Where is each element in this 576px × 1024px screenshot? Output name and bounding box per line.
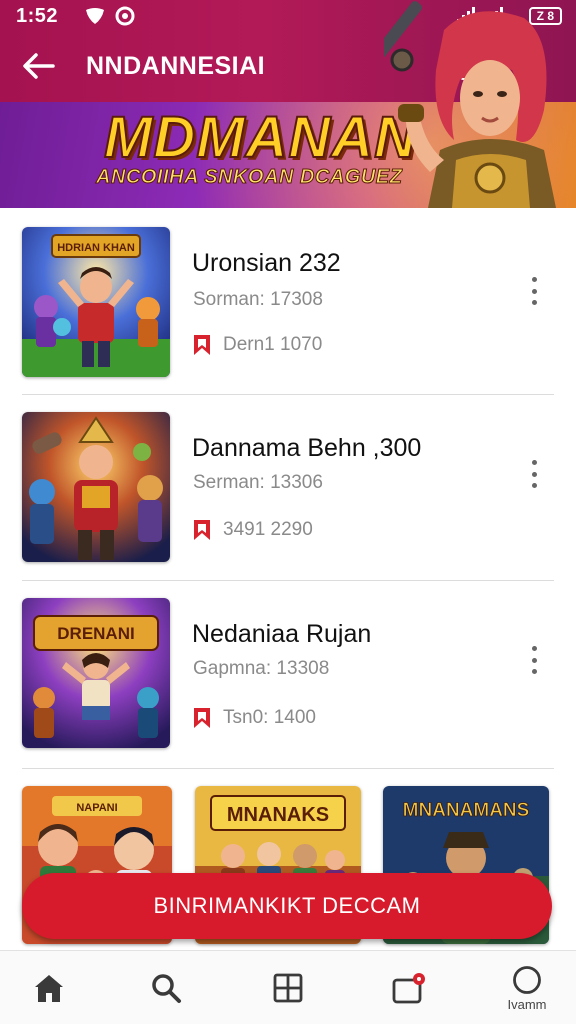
banner-headline: MDMANAN [103, 104, 418, 171]
primary-action-button[interactable]: BINRIMANKIKT DECCAM [22, 873, 552, 939]
item-tag: Dern1 1070 [193, 333, 322, 357]
nav-search[interactable] [121, 951, 211, 1024]
status-time: 1:52 [16, 5, 59, 27]
home-icon [35, 975, 63, 1002]
card-caption: MNANAMANS [403, 800, 530, 821]
divider [22, 768, 554, 769]
screen: 1:52 Z 8 NNDANNESIAI MDMANAN ANCOIIHA SN… [0, 0, 576, 1024]
cta-label: BINRIMANKIKT DECCAM [153, 893, 421, 918]
item-more-button[interactable] [522, 458, 546, 490]
list-item[interactable]: DRENANI Nedaniaa Rujan Gapmna: 13308 Tsn… [0, 598, 576, 784]
thumbnail-caption: HDRIAN KHAN [57, 242, 135, 254]
nav-home[interactable] [4, 951, 94, 1024]
item-meta: Gapmna: 13308 [193, 658, 330, 679]
item-meta: Serman: 13306 [193, 472, 323, 493]
nav-profile-label: Ivamm [507, 996, 547, 1012]
bottom-navigation: Ivamm [0, 950, 576, 1024]
card-caption: MNANAKS [227, 804, 329, 826]
item-title: Uronsian 232 [192, 249, 341, 277]
banner-subtitle: ANCOIIHA SNKOAN DCAGUEZ [95, 166, 403, 189]
divider [22, 580, 554, 581]
item-title: Nedaniaa Rujan [192, 620, 372, 648]
item-tag: 3491 2290 [193, 518, 313, 542]
list-item[interactable]: HDRIAN KHAN Uronsian 232 Sorman: 17308 D… [0, 227, 576, 413]
thumbnail-caption: DRENANI [57, 624, 134, 643]
game-thumbnail [22, 412, 170, 562]
nav-notifications[interactable] [364, 951, 454, 1024]
back-arrow-icon [23, 53, 55, 79]
game-thumbnail: HDRIAN KHAN [22, 227, 170, 377]
nav-grid[interactable] [243, 951, 333, 1024]
back-button[interactable] [18, 46, 58, 86]
card-caption: NAPANI [76, 802, 117, 814]
grid-icon [273, 973, 303, 1003]
nav-profile[interactable]: Ivamm [482, 951, 572, 1024]
bookmark-icon [194, 708, 210, 728]
at-icon [114, 6, 136, 26]
item-tag: Tsn0: 1400 [193, 706, 316, 730]
list-item[interactable]: Dannama Behn ,300 Serman: 13306 3491 229… [0, 412, 576, 598]
item-more-button[interactable] [522, 644, 546, 676]
divider [22, 394, 554, 395]
search-icon [152, 974, 181, 1003]
shield-icon [84, 6, 106, 26]
item-title: Dannama Behn ,300 [192, 434, 422, 462]
page-title: NNDANNESIAI [86, 52, 266, 80]
item-more-button[interactable] [522, 275, 546, 307]
heroine-illustration [384, 1, 556, 208]
bookmark-icon [194, 335, 210, 355]
notification-icon [392, 973, 425, 1004]
bookmark-icon [194, 520, 210, 540]
profile-icon [513, 965, 541, 994]
game-thumbnail: DRENANI [22, 598, 170, 748]
item-meta: Sorman: 17308 [193, 289, 323, 310]
